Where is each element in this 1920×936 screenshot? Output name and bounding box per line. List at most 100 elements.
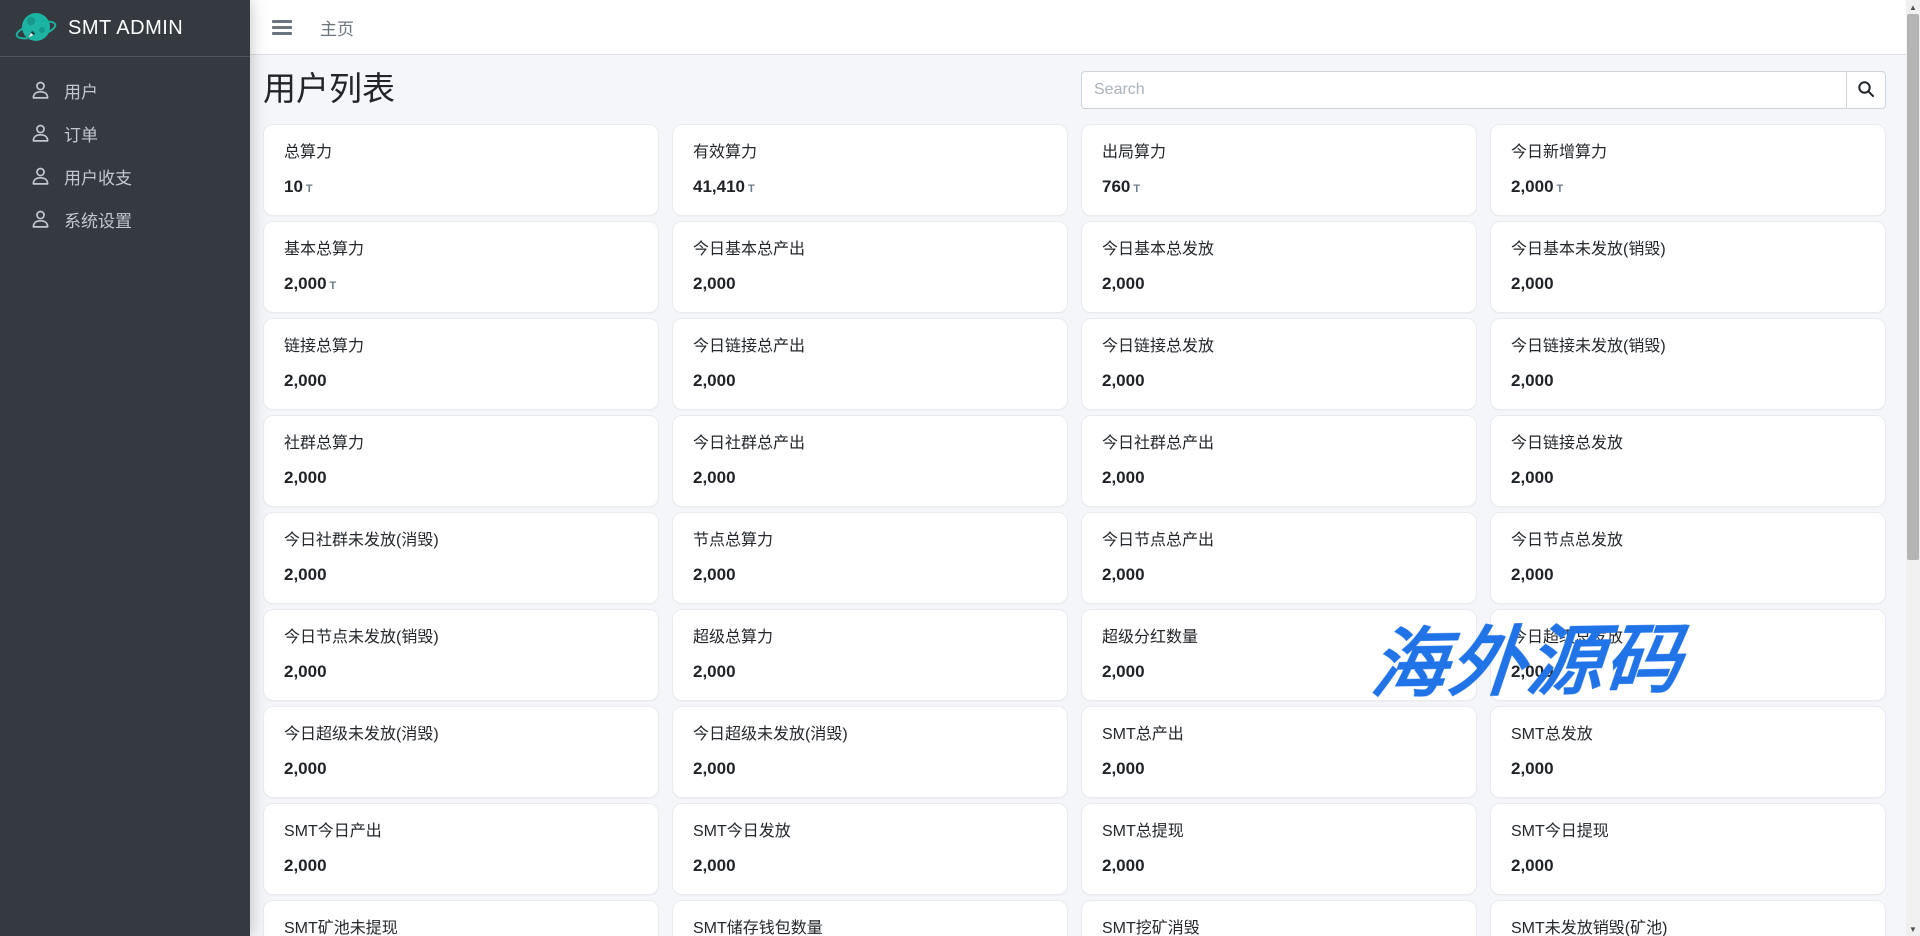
page-title: 用户列表	[263, 70, 395, 107]
sidebar-item-label: 用户收支	[64, 169, 132, 188]
stat-card-value: 2,000	[1511, 565, 1554, 584]
scrollbar-thumb[interactable]	[1907, 14, 1919, 560]
stat-card: 今日新增算力 2,000 T	[1490, 124, 1886, 216]
stat-card-label: 出局算力	[1102, 144, 1167, 161]
stat-card: 今日社群总产出 2,000	[672, 415, 1068, 507]
stat-card-label: SMT总发放	[1511, 726, 1593, 743]
breadcrumb-home-link[interactable]: 主页	[320, 15, 354, 40]
stat-card-label: 今日社群未发放(消毁)	[284, 532, 439, 549]
stat-card: SMT未发放销毁(矿池)	[1490, 900, 1886, 936]
stat-card: 今日社群未发放(消毁) 2,000	[263, 512, 659, 604]
stat-card-value: 2,000	[1511, 177, 1554, 196]
stat-card-value: 2,000	[284, 565, 327, 584]
stat-card: 今日基本未发放(销毁) 2,000	[1490, 221, 1886, 313]
stat-card: 超级分红数量 2,000	[1081, 609, 1477, 701]
stat-card-label: 今日新增算力	[1511, 144, 1608, 161]
stat-card-label: 今日链接未发放(销毁)	[1511, 338, 1666, 355]
stat-card: 今日社群总产出 2,000	[1081, 415, 1477, 507]
stat-card-value: 2,000	[284, 274, 327, 293]
stat-card-label: 节点总算力	[693, 532, 774, 549]
stat-card: SMT总提现 2,000	[1081, 803, 1477, 895]
stat-card-label: SMT今日发放	[693, 823, 791, 840]
stat-card-label: 今日节点总产出	[1102, 532, 1215, 549]
stat-card-label: 今日社群总产出	[693, 435, 806, 452]
stat-card-value: 2,000	[284, 662, 327, 681]
stat-card-value: 2,000	[1102, 856, 1145, 875]
stat-card: SMT挖矿消毁	[1081, 900, 1477, 936]
scrollbar-down-arrow-icon[interactable]: ▼	[1906, 922, 1920, 936]
search-button[interactable]	[1846, 71, 1886, 109]
stat-card: SMT储存钱包数量	[672, 900, 1068, 936]
sidebar-item[interactable]: 系统设置	[8, 198, 242, 241]
stat-card-value: 2,000	[693, 468, 736, 487]
stat-card-label: 超级总算力	[693, 629, 774, 646]
main-content: 用户列表 总算力 10T 有效算力	[250, 55, 1906, 936]
stat-card-label: 今日社群总产出	[1102, 435, 1215, 452]
stat-card-value: 2,000	[284, 759, 327, 778]
stat-card-unit: T	[329, 280, 337, 292]
stat-card: 有效算力 41,410 T	[672, 124, 1068, 216]
stat-card-value: 2,000	[1102, 759, 1145, 778]
stat-card: 今日链接总发放 2,000	[1081, 318, 1477, 410]
stat-card-value: 2,000	[1511, 662, 1554, 681]
stat-card: 今日超级未发放(消毁) 2,000	[263, 706, 659, 798]
stat-card-label: SMT挖矿消毁	[1102, 920, 1200, 936]
stat-card: 今日链接总发放 2,000	[1490, 415, 1886, 507]
stat-card-label: 今日节点未发放(销毁)	[284, 629, 439, 646]
stat-card: SMT今日产出 2,000	[263, 803, 659, 895]
stat-card-label: 基本总算力	[284, 241, 365, 258]
menu-toggle-icon[interactable]	[272, 19, 292, 35]
stat-card-label: 今日基本总产出	[693, 241, 806, 258]
sidebar-item[interactable]: 用户	[8, 69, 242, 112]
stat-card: 今日超级总发放 2,000	[1490, 609, 1886, 701]
stat-card: SMT今日提现 2,000	[1490, 803, 1886, 895]
stat-card-label: SMT今日产出	[284, 823, 382, 840]
user-icon	[30, 209, 51, 230]
sidebar: SMT ADMIN 用户 订单 用户收支 系统设置	[0, 0, 250, 936]
search-icon	[1857, 80, 1875, 101]
stat-card-unit: T	[748, 183, 755, 195]
stat-card-unit: T	[1556, 183, 1564, 195]
stat-card: 今日节点总产出 2,000	[1081, 512, 1477, 604]
stat-card-value: 2,000	[1511, 371, 1554, 390]
stat-card: 今日基本总产出 2,000	[672, 221, 1068, 313]
stat-card-label: SMT总提现	[1102, 823, 1184, 840]
topbar: 主页	[250, 0, 1920, 55]
stat-card: 社群总算力 2,000	[263, 415, 659, 507]
stat-card-value: 2,000	[1511, 856, 1554, 875]
stat-card: SMT矿池未提现	[263, 900, 659, 936]
user-icon	[30, 80, 51, 101]
stat-card-value: 2,000	[693, 759, 736, 778]
user-icon	[30, 123, 51, 144]
stat-card-value: 2,000	[284, 468, 327, 487]
stat-card-value: 2,000	[1102, 371, 1145, 390]
stat-card: SMT总发放 2,000	[1490, 706, 1886, 798]
stat-card-value: 41,410	[693, 177, 745, 196]
stat-card-value: 2,000	[693, 856, 736, 875]
stat-card-value: 2,000	[693, 274, 736, 293]
stat-card-value: 2,000	[1102, 565, 1145, 584]
stat-card-value: 760	[1102, 177, 1131, 196]
stat-card-value: 2,000	[1102, 468, 1145, 487]
brand[interactable]: SMT ADMIN	[0, 0, 250, 57]
vertical-scrollbar[interactable]: ▲ ▼	[1906, 0, 1920, 936]
sidebar-item[interactable]: 订单	[8, 112, 242, 155]
stat-card: 超级总算力 2,000	[672, 609, 1068, 701]
stat-card-label: 今日链接总发放	[1511, 435, 1624, 452]
stat-card: SMT今日发放 2,000	[672, 803, 1068, 895]
stat-card-label: 今日超级未发放(消毁)	[284, 726, 439, 743]
sidebar-item-label: 系统设置	[64, 212, 132, 231]
stat-card-value: 10	[284, 177, 303, 196]
stat-card-label: 今日节点总发放	[1511, 532, 1624, 549]
sidebar-item[interactable]: 用户收支	[8, 155, 242, 198]
stat-card-label: 今日链接总产出	[693, 338, 806, 355]
stat-card: 链接总算力 2,000	[263, 318, 659, 410]
stat-card-label: SMT矿池未提现	[284, 920, 398, 936]
stat-card-label: 今日超级未发放(消毁)	[693, 726, 848, 743]
stat-card-unit: T	[305, 183, 313, 195]
search-input[interactable]	[1081, 71, 1846, 109]
stat-card: 今日链接总产出 2,000	[672, 318, 1068, 410]
stat-card-label: 今日基本未发放(销毁)	[1511, 241, 1666, 258]
sidebar-item-label: 用户	[64, 83, 98, 102]
scrollbar-up-arrow-icon[interactable]: ▲	[1906, 0, 1920, 14]
